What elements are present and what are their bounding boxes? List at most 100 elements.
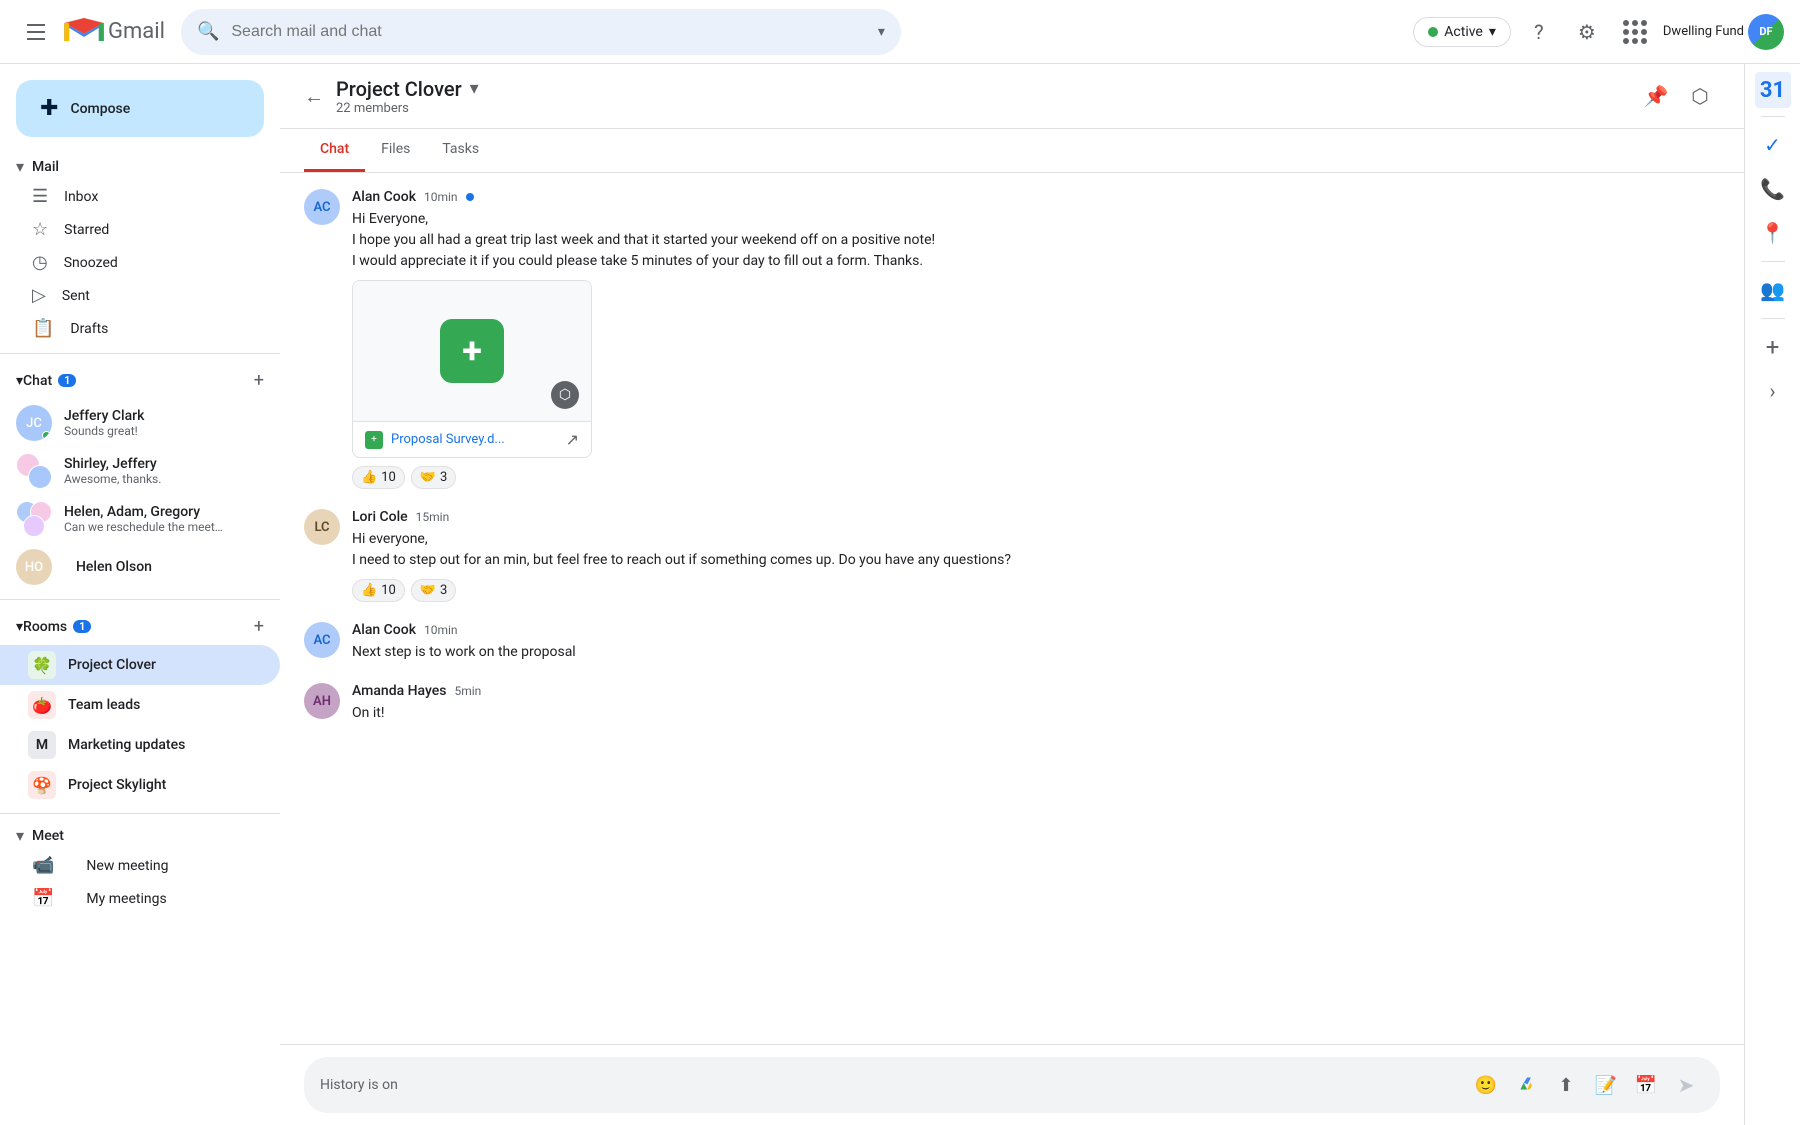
chat-contact-helen-adam[interactable]: Helen, Adam, Gregory Can we reschedule t…	[0, 495, 280, 543]
contacts-panel-icon[interactable]: 👥	[1753, 270, 1793, 310]
panel-divider-1	[1761, 116, 1785, 117]
mail-chevron-icon: ▾	[16, 157, 24, 176]
message-alan-1: AC Alan Cook 10min Hi Everyone, I hope y…	[304, 189, 1720, 489]
search-icon: 🔍	[197, 21, 219, 42]
msg-header-alan-2: Alan Cook 10min	[352, 622, 1720, 638]
user-account[interactable]: Dwelling Fund DF	[1663, 14, 1784, 50]
tab-tasks[interactable]: Tasks	[426, 129, 495, 172]
room-item-team-leads[interactable]: 🍅 Team leads	[0, 685, 280, 725]
attachment-overlay-icon: ⬡	[551, 381, 579, 409]
tab-files[interactable]: Files	[365, 129, 426, 172]
input-icons: 🙂 ⬆ 📝 📅 ➤	[1468, 1067, 1704, 1103]
thumbsup-reaction-1[interactable]: 👍 10	[352, 466, 405, 489]
expand-panel-icon[interactable]: ›	[1753, 371, 1793, 411]
msg-header-amanda: Amanda Hayes 5min	[352, 683, 1720, 699]
chat-header: ← Project Clover ▾ 22 members 📌 ⬡	[280, 64, 1744, 129]
handshake-reaction-2[interactable]: 🤝 3	[411, 579, 457, 602]
emoji-icon[interactable]: 🙂	[1468, 1067, 1504, 1103]
thumbsup-emoji-2: 👍	[361, 583, 377, 598]
rooms-add-icon[interactable]: +	[254, 616, 264, 637]
lori-cole-name: Lori Cole	[352, 509, 408, 525]
drive-icon[interactable]	[1508, 1067, 1544, 1103]
maps-panel-icon[interactable]: 📍	[1753, 213, 1793, 253]
active-status-button[interactable]: Active ▾	[1413, 17, 1511, 47]
alan-cook-name-2: Alan Cook	[352, 622, 416, 638]
chat-title-dropdown-icon[interactable]: ▾	[470, 78, 479, 99]
meet-my-meetings[interactable]: 📅 My meetings	[0, 882, 280, 915]
handshake-count-1: 3	[440, 470, 447, 485]
input-box[interactable]: History is on 🙂 ⬆ 📝 📅 ➤	[304, 1057, 1720, 1113]
settings-icon[interactable]: ⚙	[1567, 12, 1607, 52]
helen-close-info: Helen Olson	[76, 559, 152, 575]
chat-add-icon[interactable]: +	[254, 370, 264, 391]
sidebar-item-starred[interactable]: ☆ Starred	[0, 213, 280, 246]
helen-adam-preview: Can we reschedule the meeti...	[64, 520, 224, 534]
attachment-preview: + ⬡	[353, 281, 591, 421]
sidebar-item-snoozed[interactable]: ◷ Snoozed	[0, 246, 280, 279]
sidebar-item-inbox[interactable]: ☰ Inbox	[0, 180, 280, 213]
project-skylight-label: Project Skylight	[68, 777, 166, 793]
mail-section-label: Mail	[32, 159, 59, 175]
attachment-green-icon: +	[440, 319, 504, 383]
open-in-new-icon[interactable]: ⬡	[1680, 76, 1720, 116]
msg-header-alan-1: Alan Cook 10min	[352, 189, 1720, 205]
search-bar[interactable]: 🔍 ▾	[181, 9, 901, 55]
chat-contact-helen-close[interactable]: HO Helen Olson	[0, 543, 280, 591]
send-arrow-icon: ➤	[1678, 1073, 1695, 1097]
compose-plus-icon: ✚	[40, 96, 58, 121]
chat-contact-shirley-jeffery[interactable]: Shirley, Jeffery Awesome, thanks.	[0, 447, 280, 495]
rooms-section-header[interactable]: ▾ Rooms 1 +	[0, 608, 280, 645]
drafts-label: Drafts	[70, 321, 108, 337]
phone-panel-icon[interactable]: 📞	[1753, 169, 1793, 209]
snoozed-label: Snoozed	[64, 255, 118, 271]
calendar-icon[interactable]: 📅	[1628, 1067, 1664, 1103]
attachment-open-icon[interactable]: ↗	[566, 430, 579, 449]
room-item-project-skylight[interactable]: 🍄 Project Skylight	[0, 765, 280, 805]
meet-section-header[interactable]: ▾ Meet	[0, 822, 280, 849]
handshake-reaction-1[interactable]: 🤝 3	[411, 466, 457, 489]
thumbsup-count-1: 10	[381, 470, 396, 485]
lori-cole-time: 15min	[416, 510, 450, 524]
pin-icon[interactable]: 📌	[1636, 76, 1676, 116]
apps-icon[interactable]	[1615, 12, 1655, 52]
new-meeting-label: New meeting	[86, 858, 168, 874]
alan-cook-avatar-2: AC	[304, 622, 340, 658]
chat-section-header[interactable]: ▾ Chat 1 +	[0, 362, 280, 399]
tab-chat[interactable]: Chat	[304, 129, 365, 172]
snoozed-icon: ◷	[32, 252, 48, 273]
help-icon[interactable]: ?	[1519, 12, 1559, 52]
search-dropdown-icon[interactable]: ▾	[878, 24, 885, 40]
add-panel-icon[interactable]: +	[1753, 327, 1793, 367]
new-meeting-icon: 📹	[32, 855, 54, 876]
attachment-footer: + Proposal Survey.d... ↗	[353, 421, 591, 457]
send-icon[interactable]: ➤	[1668, 1067, 1704, 1103]
room-item-marketing[interactable]: M Marketing updates	[0, 725, 280, 765]
shirley-jeffery-info: Shirley, Jeffery Awesome, thanks.	[64, 456, 161, 486]
hamburger-icon[interactable]	[16, 12, 56, 52]
user-avatar[interactable]: DF	[1748, 14, 1784, 50]
starred-icon: ☆	[32, 219, 48, 240]
proposal-survey-attachment[interactable]: + ⬡ + Proposal Survey.d... ↗	[352, 280, 592, 458]
mail-section-header[interactable]: ▾ Mail	[0, 153, 280, 180]
sidebar-item-sent[interactable]: ▷ Sent	[0, 279, 280, 312]
search-input[interactable]	[231, 23, 870, 41]
compose-button[interactable]: ✚ Compose	[16, 80, 264, 137]
compose-label: Compose	[70, 101, 130, 117]
meet-new-meeting[interactable]: 📹 New meeting	[0, 849, 280, 882]
chat-contact-jeffery[interactable]: JC Jeffery Clark Sounds great!	[0, 399, 280, 447]
helen-adam-name: Helen, Adam, Gregory	[64, 504, 224, 520]
chat-title-area: Project Clover ▾ 22 members	[336, 77, 479, 116]
room-item-project-clover[interactable]: 🍀 Project Clover	[0, 645, 280, 685]
amanda-hayes-time: 5min	[454, 684, 481, 698]
panel-divider-3	[1761, 318, 1785, 319]
upload-icon[interactable]: ⬆	[1548, 1067, 1584, 1103]
starred-label: Starred	[64, 222, 109, 238]
sidebar-item-drafts[interactable]: 📋 Drafts	[0, 312, 280, 345]
calendar-panel-icon[interactable]: 31	[1755, 72, 1791, 108]
notes-icon[interactable]: 📝	[1588, 1067, 1624, 1103]
thumbsup-count-2: 10	[381, 583, 396, 598]
back-button[interactable]: ←	[304, 84, 324, 109]
user-name-label: Dwelling Fund	[1663, 24, 1744, 39]
tasks-panel-icon[interactable]: ✓	[1753, 125, 1793, 165]
thumbsup-reaction-2[interactable]: 👍 10	[352, 579, 405, 602]
